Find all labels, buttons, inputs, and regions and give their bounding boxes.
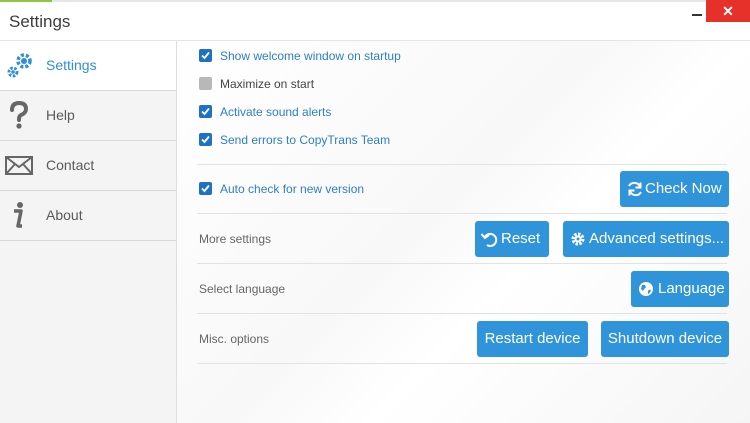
auto-check-checkbox[interactable] [199,182,212,195]
advanced-settings-label: Advanced settings... [589,230,725,247]
close-icon: ✕ [722,3,734,19]
restart-device-button[interactable]: Restart device [477,321,588,357]
checkmark-icon [201,135,210,144]
sidebar-item-settings[interactable]: Settings [0,41,176,91]
shutdown-device-button[interactable]: Shutdown device [601,321,729,357]
close-button[interactable]: ✕ [706,0,750,22]
globe-icon [639,282,653,296]
restart-device-label: Restart device [484,330,581,347]
shutdown-device-label: Shutdown device [607,330,723,347]
window-title: Settings [9,12,71,31]
show-welcome-checkbox[interactable] [199,49,212,62]
sidebar-item-label: About [46,207,83,223]
gear-icon [571,232,585,246]
send-errors-label[interactable]: Send errors to CopyTrans Team [220,133,390,147]
info-icon [14,202,23,228]
refresh-icon [628,181,642,197]
divider [197,164,727,165]
divider [197,363,727,364]
undo-icon [480,232,498,247]
sidebar-item-help[interactable]: Help [0,91,176,141]
reset-button[interactable]: Reset [475,221,549,257]
check-now-label: Check Now [645,180,722,197]
minimize-button[interactable] [686,4,708,26]
sidebar-item-contact[interactable]: Contact [0,141,176,191]
minimize-icon [692,14,702,16]
reset-label: Reset [501,230,541,247]
checkmark-icon [201,184,210,193]
checkmark-icon [201,107,210,116]
divider [197,313,727,314]
sound-alerts-checkbox[interactable] [199,105,212,118]
settings-panel: Show welcome window on startup Maximize … [177,41,750,423]
question-icon [10,100,29,129]
gear-icon [7,53,32,78]
language-label: Language [658,280,725,297]
sidebar: Settings Help Contact About [0,41,177,423]
sidebar-item-label: Contact [46,157,95,173]
send-errors-checkbox[interactable] [199,133,212,146]
auto-check-label[interactable]: Auto check for new version [220,182,364,196]
sound-alerts-label[interactable]: Activate sound alerts [220,105,331,119]
more-settings-label: More settings [199,232,272,246]
divider [197,213,727,214]
maximize-label[interactable]: Maximize on start [220,77,314,91]
sidebar-item-label: Help [46,107,75,123]
language-button[interactable]: Language [631,271,729,307]
select-language-label: Select language [199,282,286,296]
divider [197,263,727,264]
checkmark-icon [201,51,210,60]
maximize-checkbox[interactable] [199,77,212,90]
misc-options-label: Misc. options [199,332,270,346]
sidebar-item-about[interactable]: About [0,191,176,241]
advanced-settings-button[interactable]: Advanced settings... [563,221,729,257]
title-bar: Settings [0,2,750,41]
sidebar-item-label: Settings [46,57,97,73]
envelope-icon [5,156,33,175]
check-now-button[interactable]: Check Now [620,171,729,207]
show-welcome-label[interactable]: Show welcome window on startup [220,49,401,63]
